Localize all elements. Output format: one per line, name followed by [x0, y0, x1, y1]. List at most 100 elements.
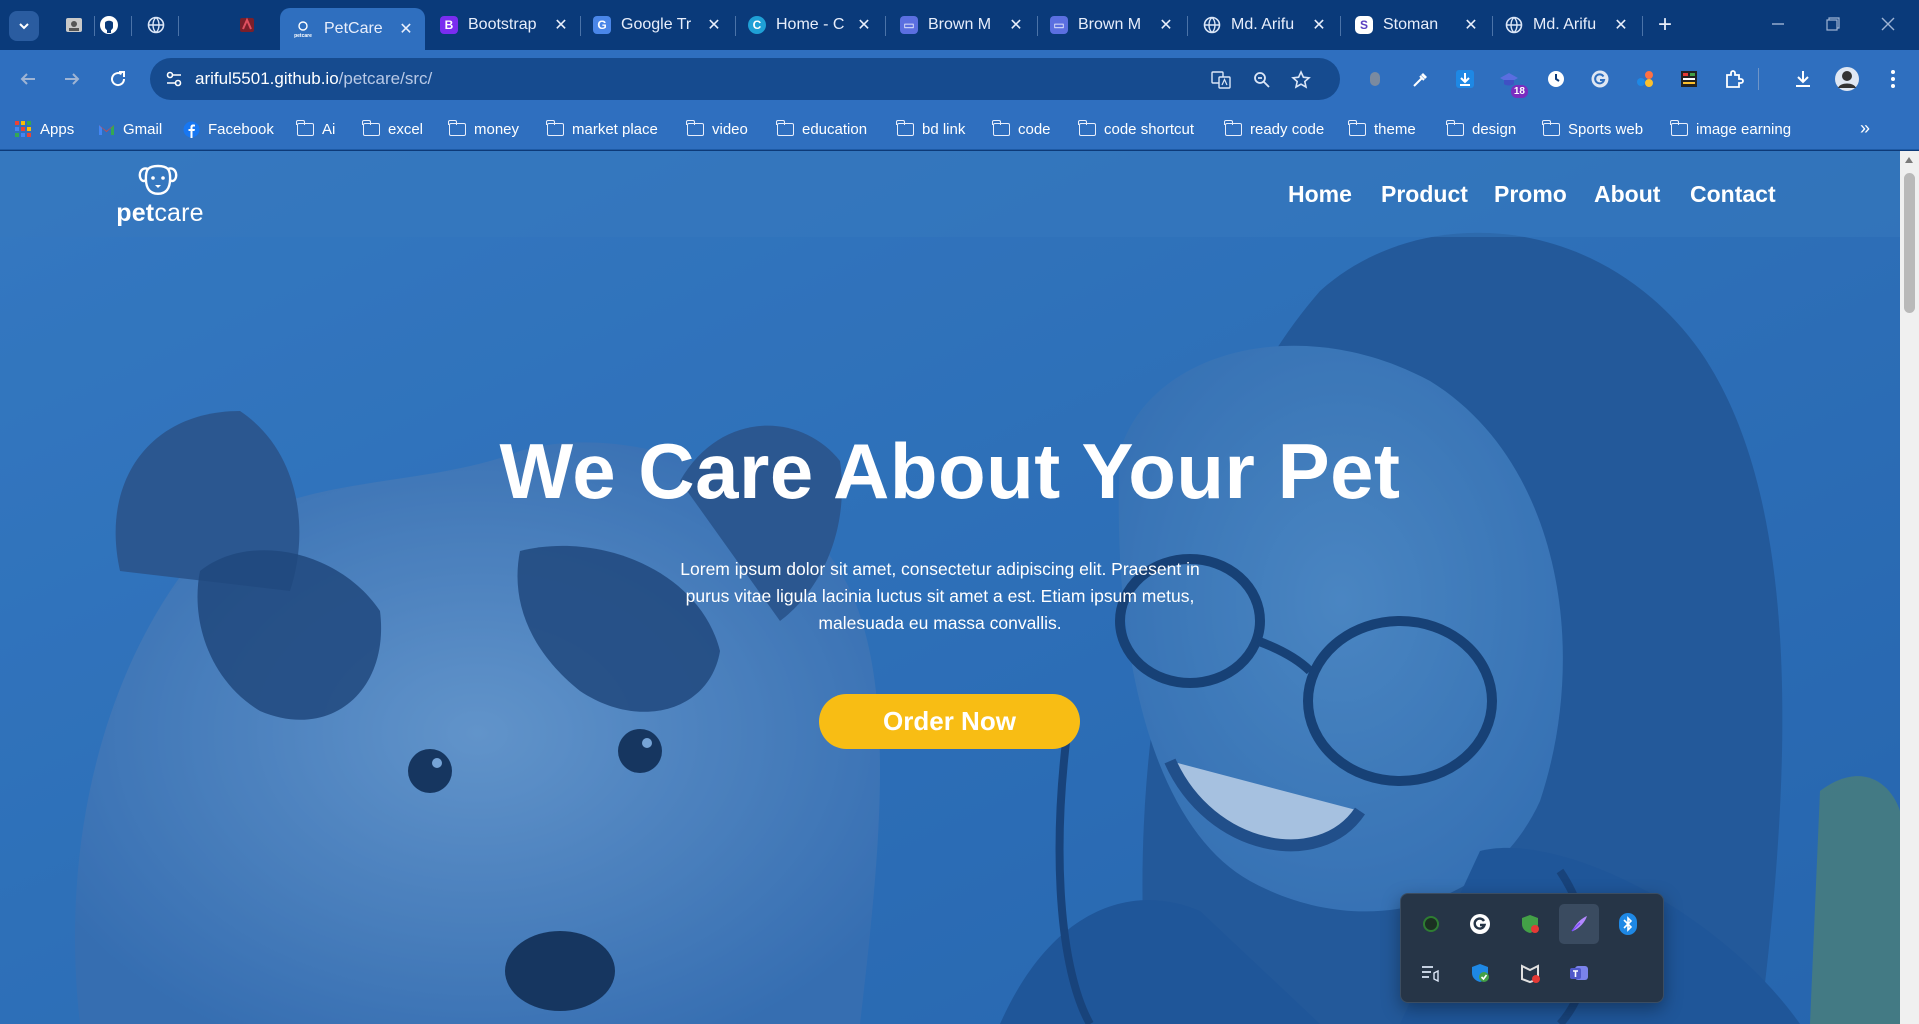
hat-extension-icon[interactable]: 18: [1496, 66, 1528, 98]
screen-extension-icon[interactable]: [1676, 66, 1702, 92]
tab-title: Brown M: [928, 16, 992, 33]
bookmark-apps[interactable]: Apps: [14, 119, 74, 139]
bookmark-facebook[interactable]: Facebook: [182, 119, 274, 139]
close-icon[interactable]: ✕: [1462, 16, 1480, 34]
color-dots-extension-icon[interactable]: [1632, 66, 1658, 92]
clock-extension-icon[interactable]: [1543, 66, 1569, 92]
forward-button[interactable]: [58, 65, 86, 93]
folder-icon: [1669, 119, 1688, 137]
tab-arifu-1[interactable]: Md. Arifu ✕: [1203, 8, 1328, 42]
grammarly-icon[interactable]: [1587, 66, 1613, 92]
pinned-tab-media[interactable]: [60, 12, 88, 38]
nav-home[interactable]: Home: [1288, 181, 1352, 208]
close-icon[interactable]: ✕: [855, 16, 873, 34]
tray-teams-icon[interactable]: [1559, 953, 1599, 993]
translate-page-icon[interactable]: [1210, 69, 1232, 91]
bookmark-star-icon[interactable]: [1290, 69, 1312, 91]
folder-icon: [361, 119, 380, 137]
nav-promo[interactable]: Promo: [1494, 181, 1567, 208]
nav-contact[interactable]: Contact: [1690, 181, 1776, 208]
bootstrap-icon: B: [440, 16, 458, 34]
address-bar[interactable]: ariful5501.github.io/petcare/src/: [150, 58, 1340, 100]
close-icon[interactable]: ✕: [1007, 16, 1025, 34]
bookmark-folder-market-place[interactable]: market place: [545, 119, 658, 139]
close-icon[interactable]: ✕: [397, 20, 415, 38]
folder-icon: [991, 119, 1010, 137]
order-now-button[interactable]: Order Now: [819, 694, 1080, 749]
tray-mcafee-icon[interactable]: [1510, 953, 1550, 993]
scrollbar-thumb[interactable]: [1904, 173, 1915, 313]
bookmark-folder-image-earning[interactable]: image earning: [1669, 119, 1791, 139]
bookmark-folder-video[interactable]: video: [685, 119, 748, 139]
menu-icon[interactable]: [1880, 66, 1906, 92]
restore-button[interactable]: [1818, 12, 1848, 36]
color-picker-extension-icon[interactable]: [1408, 66, 1434, 92]
bookmark-folder-bd-link[interactable]: bd link: [895, 119, 965, 139]
url-host: ariful5501.github.io: [195, 69, 339, 88]
tab-google-translate[interactable]: G Google Tr ✕: [593, 8, 723, 42]
bookmark-label: Apps: [40, 120, 75, 138]
bookmark-folder-theme[interactable]: theme: [1347, 119, 1416, 139]
close-icon[interactable]: ✕: [1157, 16, 1175, 34]
folder-icon: [1541, 119, 1560, 137]
tray-app-circle-icon[interactable]: [1411, 904, 1451, 944]
minimize-button[interactable]: [1763, 12, 1793, 36]
bookmark-gmail[interactable]: Gmail: [97, 119, 162, 139]
download-manager-extension-icon[interactable]: [1452, 66, 1478, 92]
page-scrollbar[interactable]: [1900, 151, 1919, 1024]
tray-list-speaker-icon[interactable]: [1411, 953, 1451, 993]
url-text[interactable]: ariful5501.github.io/petcare/src/: [195, 69, 432, 89]
site-info-icon[interactable]: [164, 69, 184, 89]
pinned-tab-web[interactable]: [142, 12, 170, 38]
close-window-button[interactable]: [1873, 12, 1903, 36]
tab-search-button[interactable]: [9, 11, 39, 41]
downloads-icon[interactable]: [1790, 66, 1816, 92]
close-icon[interactable]: ✕: [1310, 16, 1328, 34]
tray-security-shield-icon[interactable]: [1510, 904, 1550, 944]
bookmark-folder-money[interactable]: money: [447, 119, 519, 139]
tray-bluetooth-icon[interactable]: [1608, 904, 1648, 944]
tab-stoman[interactable]: S Stoman ✕: [1355, 8, 1480, 42]
site-logo[interactable]: petcare: [110, 163, 210, 227]
nav-about[interactable]: About: [1594, 181, 1660, 208]
nav-product[interactable]: Product: [1381, 181, 1468, 208]
tab-bootstrap[interactable]: B Bootstrap ✕: [440, 8, 570, 42]
tab-separator: [1492, 16, 1493, 36]
scroll-up-icon[interactable]: [1905, 157, 1913, 163]
extensions-puzzle-icon[interactable]: [1721, 66, 1747, 92]
globe-icon: [1505, 16, 1523, 34]
close-icon[interactable]: ✕: [1612, 16, 1630, 34]
bookmark-folder-ai[interactable]: Ai: [295, 119, 335, 139]
bookmark-label: video: [712, 120, 748, 138]
new-tab-button[interactable]: +: [1652, 11, 1678, 38]
close-icon[interactable]: ✕: [552, 16, 570, 34]
back-button[interactable]: [14, 65, 42, 93]
tray-defender-shield-icon[interactable]: [1460, 953, 1500, 993]
tab-petcare[interactable]: petcare PetCare ✕: [280, 8, 425, 50]
pinned-tab-app[interactable]: [233, 12, 261, 38]
reload-button[interactable]: [104, 65, 132, 93]
pinned-tab-github[interactable]: [95, 12, 123, 38]
logo-text: petcare: [110, 199, 210, 228]
tab-title: Md. Arifu: [1231, 16, 1295, 33]
close-icon[interactable]: ✕: [705, 16, 723, 34]
tab-arifu-2[interactable]: Md. Arifu ✕: [1505, 8, 1630, 42]
tray-grammarly-icon[interactable]: [1460, 904, 1500, 944]
tab-brown-2[interactable]: ▭ Brown M ✕: [1050, 8, 1175, 42]
bookmark-folder-code[interactable]: code: [991, 119, 1051, 139]
bookmark-folder-design[interactable]: design: [1445, 119, 1516, 139]
tab-home[interactable]: C Home - C ✕: [748, 8, 873, 42]
folder-icon: [895, 119, 914, 137]
avatar[interactable]: [1834, 66, 1860, 92]
tray-feather-icon[interactable]: [1559, 904, 1599, 944]
bookmark-folder-code-shortcut[interactable]: code shortcut: [1077, 119, 1194, 139]
bookmark-folder-sports-web[interactable]: Sports web: [1541, 119, 1643, 139]
bookmarks-overflow-chevron-icon[interactable]: »: [1860, 118, 1870, 139]
bookmark-folder-ready-code[interactable]: ready code: [1223, 119, 1324, 139]
zoom-icon[interactable]: [1251, 69, 1273, 91]
bookmark-folder-excel[interactable]: excel: [361, 119, 423, 139]
extension-profile-icon[interactable]: [1362, 66, 1388, 92]
minimize-icon: [1772, 23, 1784, 25]
bookmark-folder-education[interactable]: education: [775, 119, 867, 139]
tab-brown-1[interactable]: ▭ Brown M ✕: [900, 8, 1025, 42]
